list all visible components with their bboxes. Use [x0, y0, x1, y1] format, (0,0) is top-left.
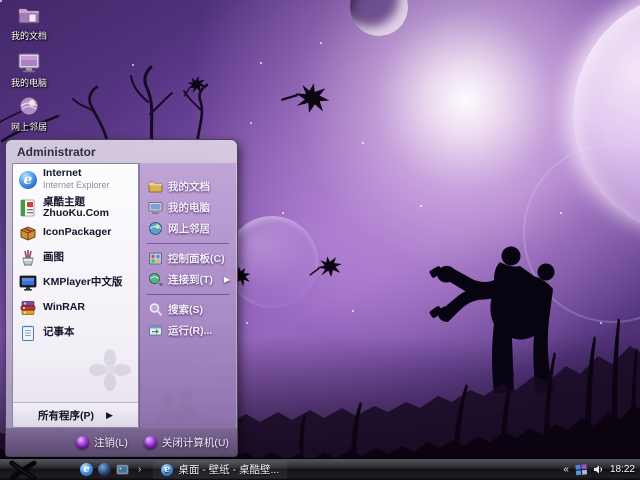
all-programs-arrow-icon: ▶: [106, 410, 113, 421]
paint-icon: [18, 248, 38, 268]
tray-volume-icon[interactable]: [593, 464, 604, 475]
desktop-icon-label: 我的电脑: [11, 76, 47, 89]
menu-item-search[interactable]: 搜索(S): [140, 299, 236, 320]
submenu-arrow-icon: ▶: [224, 275, 230, 284]
my-documents-folder-icon: [147, 179, 163, 195]
window-button-label: 桌面 - 壁纸 - 桌酷壁...: [178, 462, 279, 477]
menu-separator: [147, 294, 229, 295]
start-menu: Administrator e InternetInternet Explore…: [5, 139, 238, 457]
all-programs-button[interactable]: 所有程序(P) ▶: [13, 402, 138, 427]
clock[interactable]: 18:22: [610, 464, 635, 475]
start-menu-right-panel: 我的文档 我的电脑 网上邻居: [139, 163, 236, 428]
menu-item-notepad[interactable]: 记事本: [13, 320, 138, 345]
search-icon: [147, 302, 163, 318]
desktop-icon-network-places[interactable]: 网上邻居: [2, 94, 56, 133]
run-icon: [147, 323, 163, 339]
connect-to-icon: [147, 272, 163, 288]
menu-item-connect-to[interactable]: 连接到(T) ▶: [140, 269, 236, 290]
quick-launch-chevron-icon[interactable]: ›: [138, 464, 141, 475]
tray-windows-icon[interactable]: [575, 464, 587, 476]
menu-item-network-places[interactable]: 网上邻居: [140, 218, 236, 239]
my-documents-folder-icon: [17, 3, 41, 27]
quick-launch: e ›: [80, 463, 141, 476]
kmplayer-icon: [18, 273, 38, 293]
control-panel-icon: [147, 251, 163, 267]
user-name: Administrator: [17, 145, 96, 159]
quick-launch-ie-icon[interactable]: e: [80, 463, 93, 476]
start-menu-left-panel: e InternetInternet Explorer 桌酷主题ZhuoKu.C…: [12, 163, 139, 428]
winrar-icon: [18, 298, 38, 318]
network-places-icon: [17, 94, 41, 118]
log-off-button[interactable]: 注销(L): [76, 435, 128, 450]
tray-expand-chevron-icon[interactable]: «: [563, 464, 569, 475]
desktop-icon-my-documents[interactable]: 我的文档: [2, 3, 56, 42]
menu-separator: [147, 243, 229, 244]
taskbar-window-button[interactable]: e 桌面 - 壁纸 - 桌酷壁...: [153, 461, 287, 479]
desktop: 我的文档 我的电脑 网上邻居 Administrator e InternetI…: [0, 0, 640, 480]
flower-watermark: [88, 348, 132, 397]
menu-item-my-documents[interactable]: 我的文档: [140, 176, 236, 197]
quick-launch-media-icon[interactable]: [116, 463, 129, 476]
menu-item-paint[interactable]: 画图: [13, 245, 138, 270]
iconpackager-icon: [18, 223, 38, 243]
internet-explorer-icon: e: [18, 170, 38, 190]
menu-item-run[interactable]: 运行(R)...: [140, 320, 236, 341]
shutdown-icon: [144, 436, 157, 449]
start-logo-icon: [7, 460, 37, 480]
system-tray: « 18:22: [563, 464, 640, 476]
menu-item-iconpackager[interactable]: IconPackager: [13, 220, 138, 245]
my-computer-icon: [147, 200, 163, 216]
desktop-icon-label: 我的文档: [11, 29, 47, 42]
menu-item-kmplayer[interactable]: KMPlayer中文版: [13, 270, 138, 295]
desktop-icon-my-computer[interactable]: 我的电脑: [2, 50, 56, 89]
menu-item-winrar[interactable]: WinRAR: [13, 295, 138, 320]
taskbar: e › e 桌面 - 壁纸 - 桌酷壁... « 18:22: [0, 458, 640, 480]
notepad-icon: [18, 323, 38, 343]
desktop-icon-label: 网上邻居: [11, 120, 47, 133]
start-menu-footer: 注销(L) 关闭计算机(U): [6, 428, 237, 456]
network-places-icon: [147, 221, 163, 237]
start-menu-user-banner: Administrator: [6, 140, 237, 163]
zhuoku-theme-icon: [18, 198, 38, 218]
start-button[interactable]: [0, 459, 44, 480]
menu-item-my-computer[interactable]: 我的电脑: [140, 197, 236, 218]
menu-item-internet[interactable]: e InternetInternet Explorer: [13, 164, 138, 195]
internet-explorer-icon: e: [161, 464, 173, 476]
log-off-icon: [76, 436, 89, 449]
menu-item-zhuoku-theme[interactable]: 桌酷主题ZhuoKu.Com: [13, 195, 138, 220]
quick-launch-globe-icon[interactable]: [98, 463, 111, 476]
my-computer-icon: [17, 50, 41, 74]
shutdown-button[interactable]: 关闭计算机(U): [144, 435, 229, 450]
menu-item-control-panel[interactable]: 控制面板(C): [140, 248, 236, 269]
